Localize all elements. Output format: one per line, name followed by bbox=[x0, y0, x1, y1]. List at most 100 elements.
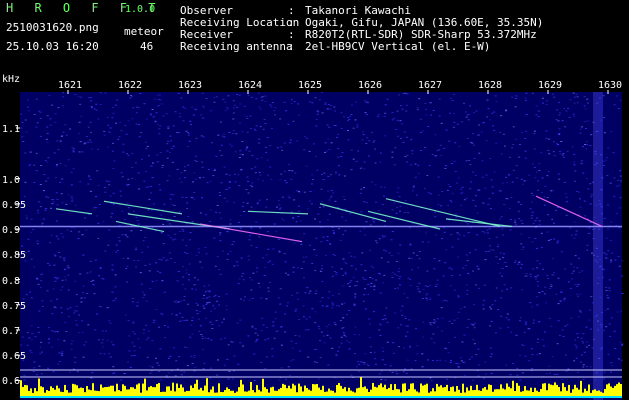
noise-pixel bbox=[492, 125, 494, 127]
noise-pixel bbox=[551, 93, 554, 95]
noise-pixel bbox=[460, 360, 463, 362]
noise-pixel bbox=[67, 159, 70, 161]
noise-pixel bbox=[57, 238, 60, 240]
noise-pixel bbox=[541, 177, 544, 179]
noise-pixel bbox=[505, 317, 508, 319]
noise-pixel bbox=[469, 252, 471, 254]
noise-pixel bbox=[375, 201, 378, 203]
noise-pixel bbox=[311, 308, 314, 310]
noise-pixel bbox=[500, 315, 503, 317]
noise-pixel bbox=[477, 375, 480, 377]
noise-pixel bbox=[393, 352, 395, 354]
noise-pixel bbox=[614, 348, 617, 350]
noise-pixel bbox=[255, 125, 258, 127]
noise-pixel bbox=[531, 201, 534, 203]
noise-pixel bbox=[181, 196, 184, 198]
noise-pixel bbox=[290, 178, 293, 180]
noise-pixel bbox=[439, 144, 442, 146]
noise-pixel bbox=[528, 360, 531, 362]
noise-pixel bbox=[266, 137, 269, 138]
noise-pixel bbox=[146, 356, 149, 358]
activity-bar bbox=[142, 383, 144, 398]
noise-pixel bbox=[131, 342, 134, 344]
noise-pixel bbox=[210, 367, 212, 369]
noise-pixel bbox=[224, 110, 227, 112]
noise-pixel bbox=[127, 207, 130, 209]
noise-pixel bbox=[60, 233, 63, 235]
noise-pixel bbox=[457, 256, 460, 258]
noise-pixel bbox=[465, 160, 468, 162]
noise-pixel bbox=[102, 346, 105, 348]
noise-pixel bbox=[55, 192, 58, 194]
noise-pixel bbox=[406, 154, 409, 156]
noise-pixel bbox=[253, 380, 256, 381]
noise-pixel bbox=[486, 232, 489, 234]
noise-pixel bbox=[100, 306, 103, 308]
noise-pixel bbox=[521, 289, 524, 291]
noise-pixel bbox=[361, 131, 364, 133]
noise-pixel bbox=[39, 117, 42, 119]
noise-pixel bbox=[222, 98, 225, 100]
noise-pixel bbox=[589, 145, 592, 147]
noise-pixel bbox=[326, 239, 329, 241]
noise-pixel bbox=[207, 169, 210, 171]
noise-pixel bbox=[70, 227, 73, 229]
noise-pixel bbox=[265, 206, 268, 208]
noise-pixel bbox=[603, 132, 606, 134]
noise-pixel bbox=[586, 98, 589, 100]
noise-pixel bbox=[223, 133, 225, 135]
noise-pixel bbox=[381, 347, 384, 349]
noise-pixel bbox=[251, 155, 254, 157]
noise-pixel bbox=[463, 235, 466, 237]
noise-pixel bbox=[162, 209, 165, 211]
noise-pixel bbox=[488, 238, 491, 239]
noise-pixel bbox=[179, 231, 182, 232]
plot-background bbox=[20, 92, 622, 400]
noise-pixel bbox=[145, 339, 148, 341]
noise-pixel bbox=[221, 321, 224, 323]
noise-pixel bbox=[335, 273, 338, 275]
noise-pixel bbox=[219, 195, 222, 196]
noise-pixel bbox=[95, 109, 98, 111]
noise-pixel bbox=[37, 331, 40, 333]
noise-pixel bbox=[47, 338, 50, 340]
noise-pixel bbox=[223, 166, 226, 168]
noise-pixel bbox=[557, 120, 560, 122]
noise-pixel bbox=[39, 206, 42, 208]
noise-pixel bbox=[109, 195, 112, 197]
noise-pixel bbox=[550, 325, 553, 327]
noise-pixel bbox=[466, 114, 469, 116]
noise-pixel bbox=[219, 150, 222, 152]
noise-pixel bbox=[308, 101, 311, 103]
noise-pixel bbox=[71, 198, 74, 200]
noise-pixel bbox=[489, 208, 492, 209]
noise-pixel bbox=[208, 301, 211, 303]
noise-pixel bbox=[564, 325, 567, 327]
noise-pixel bbox=[283, 101, 286, 103]
noise-pixel bbox=[448, 112, 451, 114]
noise-pixel bbox=[236, 264, 239, 266]
noise-pixel bbox=[63, 259, 66, 261]
noise-pixel bbox=[36, 374, 38, 376]
noise-pixel bbox=[46, 115, 49, 117]
noise-pixel bbox=[350, 149, 353, 151]
noise-pixel bbox=[110, 216, 113, 218]
noise-pixel bbox=[72, 368, 75, 370]
noise-pixel bbox=[216, 205, 219, 206]
noise-pixel bbox=[586, 244, 589, 246]
noise-pixel bbox=[606, 258, 609, 260]
noise-pixel bbox=[199, 212, 202, 214]
noise-pixel bbox=[208, 290, 211, 292]
noise-pixel bbox=[579, 311, 582, 313]
noise-pixel bbox=[201, 161, 204, 163]
noise-pixel bbox=[392, 342, 395, 344]
noise-pixel bbox=[303, 191, 306, 193]
noise-pixel bbox=[391, 151, 394, 153]
noise-pixel bbox=[245, 189, 248, 190]
noise-pixel bbox=[167, 127, 170, 129]
noise-pixel bbox=[254, 130, 257, 131]
noise-pixel bbox=[512, 363, 514, 364]
noise-pixel bbox=[125, 268, 128, 269]
noise-pixel bbox=[619, 175, 622, 177]
noise-pixel bbox=[166, 150, 169, 152]
